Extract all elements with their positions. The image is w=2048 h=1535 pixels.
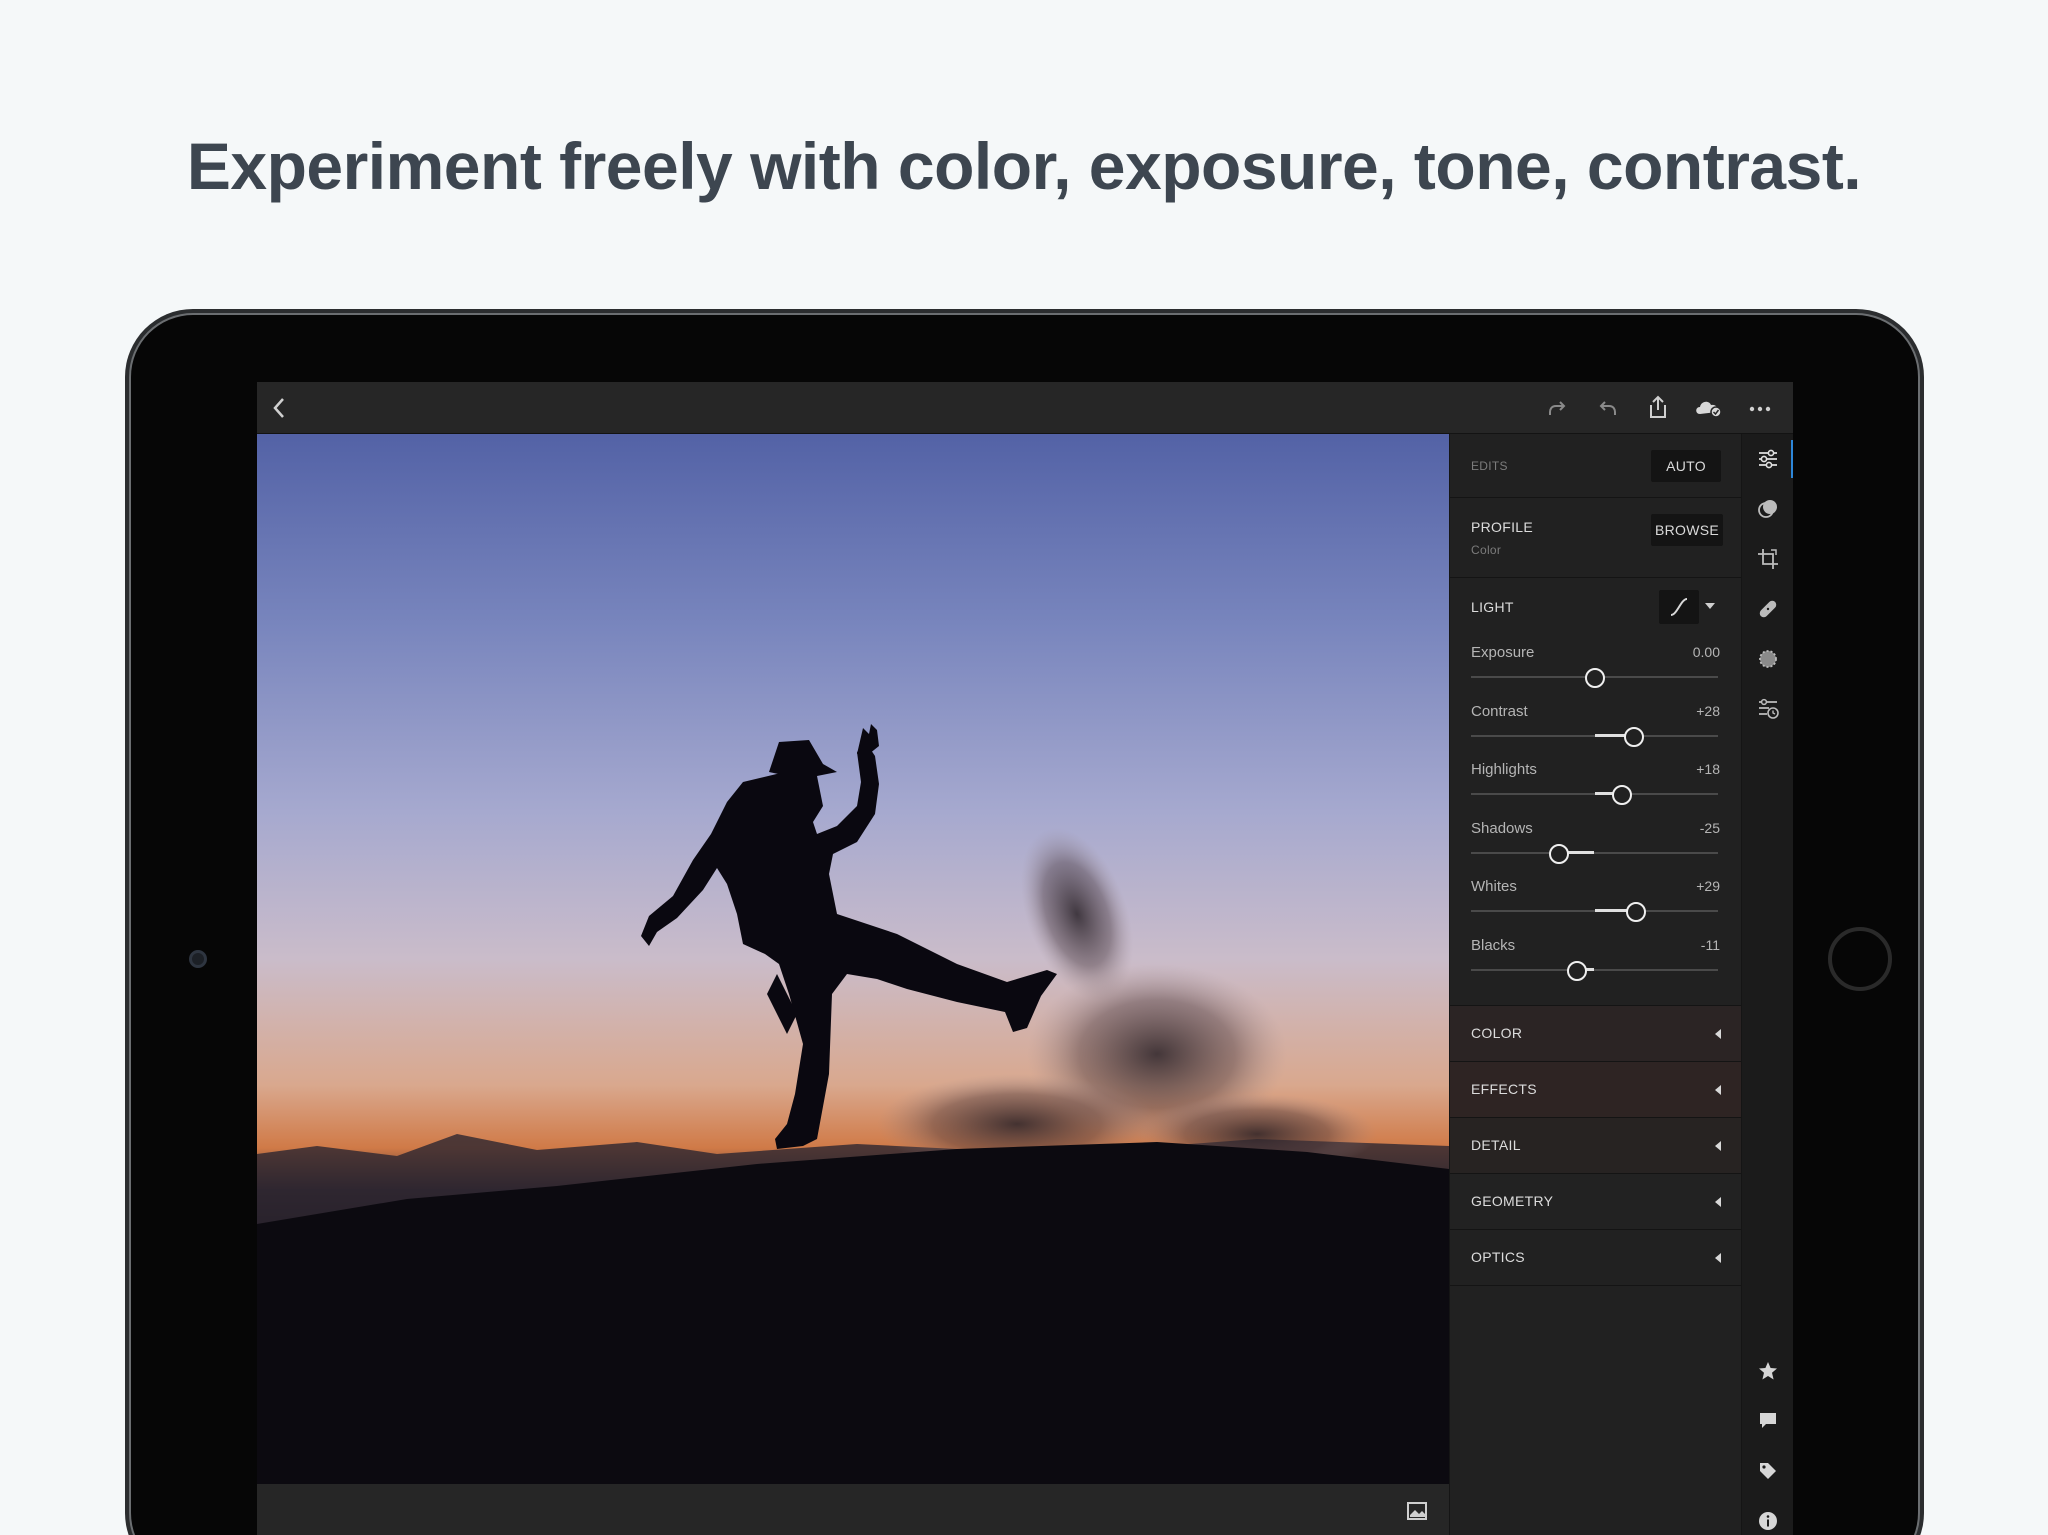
section-detail[interactable]: DETAIL (1450, 1118, 1742, 1174)
profile-section: PROFILE Color BROWSE (1450, 498, 1742, 578)
app-screen: EDITS AUTO PROFILE Color BROWSE LIGHT Ex… (257, 382, 1793, 1535)
more-icon[interactable] (1745, 394, 1775, 424)
slider-value: +28 (1696, 702, 1720, 719)
light-section: LIGHT Exposure 0.00 Contrast +28 Highlights +… (1450, 578, 1742, 1006)
slider-label: Highlights (1471, 761, 1537, 778)
tone-curve-button[interactable] (1659, 590, 1699, 624)
browse-button[interactable]: BROWSE (1651, 514, 1723, 546)
slider-shadows[interactable]: Shadows -25 (1450, 814, 1742, 872)
healing-icon[interactable] (1753, 594, 1783, 624)
slider-track[interactable] (1471, 968, 1718, 971)
ipad-frame: EDITS AUTO PROFILE Color BROWSE LIGHT Ex… (131, 315, 1918, 1535)
tag-icon[interactable] (1753, 1456, 1783, 1486)
edits-label: EDITS (1471, 459, 1508, 473)
photo-silhouette (257, 724, 1449, 1484)
tone-curve-icon (1670, 598, 1688, 616)
slider-whites[interactable]: Whites +29 (1450, 872, 1742, 930)
slider-thumb[interactable] (1567, 960, 1588, 981)
slider-label: Exposure (1471, 644, 1535, 661)
chevron-left-icon (1715, 1197, 1721, 1207)
selective-icon[interactable] (1753, 644, 1783, 674)
chevron-down-icon[interactable] (1702, 598, 1718, 614)
top-bar (257, 382, 1793, 434)
section-geometry[interactable]: GEOMETRY (1450, 1174, 1742, 1230)
crop-icon[interactable] (1753, 544, 1783, 574)
slider-thumb[interactable] (1624, 726, 1645, 747)
section-color[interactable]: COLOR (1450, 1006, 1742, 1062)
light-title: LIGHT (1471, 599, 1514, 615)
slider-track[interactable] (1471, 851, 1718, 854)
slider-thumb[interactable] (1626, 902, 1647, 922)
back-icon[interactable] (263, 392, 295, 424)
slider-label: Contrast (1471, 702, 1528, 720)
slider-value: -11 (1700, 936, 1720, 953)
slider-highlights[interactable]: Highlights +18 (1450, 755, 1742, 813)
slider-blacks[interactable]: Blacks -11 (1450, 931, 1742, 989)
photo-canvas[interactable] (257, 434, 1449, 1484)
redo-icon[interactable] (1542, 394, 1572, 424)
slider-thumb[interactable] (1611, 785, 1632, 805)
chevron-left-icon (1715, 1029, 1721, 1039)
active-tool-indicator (1791, 440, 1793, 478)
section-optics[interactable]: OPTICS (1450, 1230, 1742, 1286)
section-effects[interactable]: EFFECTS (1450, 1062, 1742, 1118)
slider-exposure[interactable]: Exposure 0.00 (1450, 638, 1742, 696)
slider-thumb[interactable] (1548, 843, 1569, 864)
profile-value: Color (1471, 543, 1502, 557)
cloud-sync-icon[interactable] (1691, 392, 1725, 422)
slider-label: Shadows (1471, 819, 1533, 837)
slider-value: +29 (1696, 878, 1720, 894)
slider-value: +18 (1696, 761, 1720, 777)
section-title: OPTICS (1471, 1249, 1525, 1265)
headline: Experiment freely with color, exposure, … (186, 129, 1862, 203)
slider-thumb[interactable] (1584, 668, 1605, 688)
profile-title: PROFILE (1471, 519, 1534, 535)
chevron-left-icon (1715, 1141, 1721, 1151)
tool-rail (1741, 434, 1793, 1535)
edits-section: EDITS AUTO (1450, 434, 1742, 498)
chevron-left-icon (1715, 1085, 1721, 1095)
auto-button[interactable]: AUTO (1651, 450, 1721, 482)
section-title: GEOMETRY (1471, 1193, 1554, 1209)
compare-icon[interactable] (1402, 1498, 1432, 1524)
comment-icon[interactable] (1753, 1406, 1783, 1436)
slider-contrast[interactable]: Contrast +28 (1450, 697, 1742, 755)
undo-icon[interactable] (1593, 394, 1623, 424)
section-title: COLOR (1471, 1025, 1523, 1041)
presets-icon[interactable] (1753, 494, 1783, 524)
slider-value: -25 (1699, 819, 1720, 836)
slider-label: Blacks (1471, 936, 1516, 954)
camera (189, 950, 207, 968)
chevron-left-icon (1715, 1253, 1721, 1263)
versions-icon[interactable] (1753, 694, 1783, 724)
edit-sliders-icon[interactable] (1753, 444, 1783, 474)
slider-label: Whites (1471, 878, 1517, 895)
info-icon[interactable] (1753, 1506, 1783, 1535)
section-title: DETAIL (1471, 1137, 1521, 1153)
share-icon[interactable] (1643, 392, 1673, 422)
home-button[interactable] (1828, 927, 1892, 991)
star-icon[interactable] (1753, 1356, 1783, 1386)
section-title: EFFECTS (1471, 1081, 1537, 1097)
slider-value: 0.00 (1692, 644, 1720, 660)
edit-panel: EDITS AUTO PROFILE Color BROWSE LIGHT Ex… (1449, 434, 1742, 1535)
